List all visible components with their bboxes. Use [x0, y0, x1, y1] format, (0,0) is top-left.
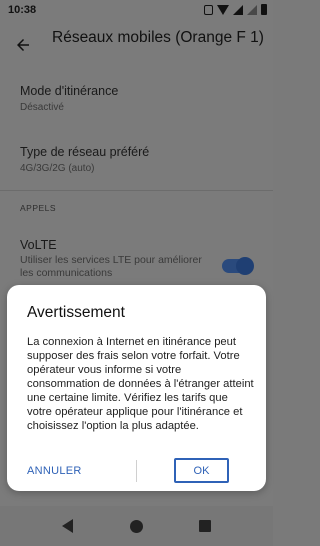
dialog-title: Avertissement: [27, 304, 125, 321]
battery-icon: [261, 4, 267, 15]
arrow-back-icon[interactable]: [14, 36, 32, 54]
network-type-title: Type de réseau préféré: [20, 145, 150, 159]
status-bar: 10:38: [0, 0, 273, 22]
volte-summary: Utiliser les services LTE pour améliorer…: [20, 254, 202, 279]
roaming-title: Mode d'itinérance: [20, 84, 119, 98]
network-type-setting[interactable]: Type de réseau préféré 4G/3G/2G (auto): [20, 145, 149, 174]
status-time: 10:38: [8, 4, 37, 16]
ok-button[interactable]: OK: [174, 458, 229, 483]
volte-setting[interactable]: VoLTE Utiliser les services LTE pour amé…: [20, 238, 215, 280]
roaming-warning-dialog: Avertissement La connexion à Internet en…: [7, 285, 266, 491]
sim-card-icon: [204, 4, 213, 15]
nav-recents-icon[interactable]: [199, 520, 211, 532]
page-title: Réseaux mobiles (Orange F 1): [52, 29, 264, 46]
app-bar: Réseaux mobiles (Orange F 1): [0, 22, 273, 72]
volte-title: VoLTE: [20, 238, 57, 252]
cancel-button[interactable]: ANNULER: [27, 459, 82, 483]
section-header-calls: APPELS: [20, 203, 57, 213]
roaming-setting[interactable]: Mode d'itinérance Désactivé: [20, 84, 118, 113]
signal-icon: [233, 4, 243, 15]
section-divider: [0, 190, 273, 191]
network-type-summary: 4G/3G/2G (auto): [20, 163, 95, 174]
volte-toggle[interactable]: [222, 257, 254, 275]
dialog-message: La connexion à Internet en itinérance pe…: [27, 336, 254, 432]
wifi-icon: [217, 4, 229, 15]
status-icons: [204, 4, 267, 15]
dialog-buttons: ANNULER OK: [7, 455, 266, 483]
navigation-bar: [0, 506, 273, 546]
signal-hollow-icon: [247, 4, 257, 15]
nav-back-icon[interactable]: [62, 519, 73, 533]
button-separator: [136, 460, 137, 482]
nav-home-icon[interactable]: [130, 520, 143, 533]
toggle-knob: [236, 257, 254, 275]
roaming-summary: Désactivé: [20, 102, 64, 113]
